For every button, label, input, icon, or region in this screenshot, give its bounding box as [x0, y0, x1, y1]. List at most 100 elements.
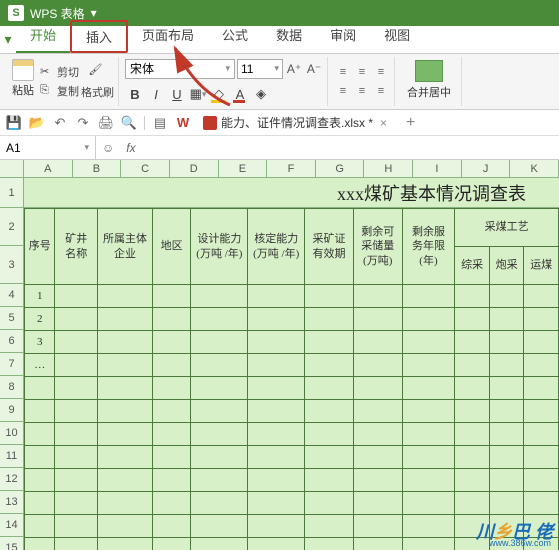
cell[interactable] [353, 446, 402, 469]
hdr-sub2[interactable]: 炮采 [489, 247, 524, 285]
bold-button[interactable]: B [125, 84, 145, 104]
cell[interactable] [191, 492, 248, 515]
col-header-I[interactable]: I [413, 160, 462, 177]
cell[interactable] [455, 331, 490, 354]
cell[interactable] [402, 400, 455, 423]
cell[interactable] [191, 400, 248, 423]
cell[interactable] [455, 423, 490, 446]
row-header-2[interactable]: 2 [0, 208, 23, 246]
cell[interactable] [25, 423, 55, 446]
row-header-8[interactable]: 8 [0, 376, 23, 399]
col-header-C[interactable]: C [121, 160, 170, 177]
cell[interactable] [248, 446, 305, 469]
undo-icon[interactable]: ↶ [50, 113, 70, 133]
cell[interactable] [98, 423, 153, 446]
cell[interactable] [455, 400, 490, 423]
close-tab-icon[interactable]: × [377, 116, 390, 130]
cell[interactable] [248, 492, 305, 515]
cell[interactable] [402, 515, 455, 538]
cell[interactable] [152, 400, 191, 423]
cell[interactable] [524, 446, 559, 469]
col-header-K[interactable]: K [510, 160, 559, 177]
cell[interactable] [305, 331, 354, 354]
fx-button[interactable]: fx [120, 141, 141, 155]
cell[interactable] [25, 492, 55, 515]
fill-color-button[interactable]: ◇ [209, 84, 229, 104]
italic-button[interactable]: I [146, 84, 166, 104]
border-button[interactable]: ▦▾ [188, 84, 208, 104]
cell[interactable] [98, 538, 153, 550]
align-top-right[interactable]: ≡ [372, 63, 390, 81]
cell[interactable] [25, 446, 55, 469]
cell[interactable] [524, 377, 559, 400]
row-header-10[interactable]: 10 [0, 422, 23, 445]
col-header-A[interactable]: A [24, 160, 73, 177]
cell[interactable] [152, 515, 191, 538]
clear-format-button[interactable]: ◈ [251, 84, 271, 104]
row-header-12[interactable]: 12 [0, 468, 23, 491]
underline-button[interactable]: U [167, 84, 187, 104]
cell[interactable] [353, 331, 402, 354]
cell[interactable] [353, 423, 402, 446]
app-menu-caret[interactable]: ▾ [91, 6, 97, 20]
cut-button[interactable]: ✂剪切 [40, 64, 79, 80]
align-top-left[interactable]: ≡ [334, 63, 352, 81]
app-menu-button[interactable]: ▾ [0, 26, 16, 53]
cell[interactable] [524, 285, 559, 308]
cell[interactable] [98, 285, 153, 308]
cell[interactable] [305, 354, 354, 377]
cell[interactable] [402, 308, 455, 331]
cell[interactable] [305, 492, 354, 515]
cell[interactable] [402, 285, 455, 308]
cell[interactable] [455, 308, 490, 331]
hdr-approved-cap[interactable]: 核定能力 (万吨 /年) [248, 209, 305, 285]
cell[interactable] [524, 308, 559, 331]
hdr-owner[interactable]: 所属主体 企业 [98, 209, 153, 285]
add-tab-button[interactable]: + [400, 114, 421, 132]
sheet-title[interactable]: xxx煤矿基本情况调查表 [24, 178, 559, 208]
cell[interactable] [55, 331, 98, 354]
cell[interactable] [152, 492, 191, 515]
cell[interactable] [98, 469, 153, 492]
paste-button[interactable]: 粘贴 [8, 57, 38, 106]
align-bottom-left[interactable]: ≡ [334, 82, 352, 100]
cell[interactable] [152, 354, 191, 377]
cell[interactable]: 2 [25, 308, 55, 331]
cell[interactable] [25, 538, 55, 550]
cell[interactable] [248, 400, 305, 423]
cell[interactable] [191, 331, 248, 354]
cell[interactable] [455, 492, 490, 515]
cell[interactable] [305, 285, 354, 308]
cell[interactable] [98, 331, 153, 354]
col-header-G[interactable]: G [316, 160, 365, 177]
hdr-sub1[interactable]: 综采 [455, 247, 490, 285]
cell[interactable] [455, 446, 490, 469]
cell[interactable] [248, 331, 305, 354]
cell[interactable] [25, 515, 55, 538]
col-header-B[interactable]: B [73, 160, 122, 177]
cell[interactable] [455, 354, 490, 377]
name-box[interactable]: A1▾ [0, 136, 96, 159]
hdr-license[interactable]: 采矿证 有效期 [305, 209, 354, 285]
cell[interactable] [55, 423, 98, 446]
cancel-icon[interactable]: ☺ [96, 141, 120, 155]
format-painter-button[interactable]: 🖌 格式刷 [81, 57, 114, 106]
cell[interactable] [353, 354, 402, 377]
font-size-select[interactable]: 11▾ [237, 59, 283, 79]
qat-btn-a[interactable]: ▤ [150, 113, 170, 133]
cell[interactable] [152, 308, 191, 331]
cell[interactable] [402, 446, 455, 469]
row-header-13[interactable]: 13 [0, 491, 23, 514]
cell[interactable] [455, 469, 490, 492]
cell[interactable] [152, 469, 191, 492]
hdr-sub3[interactable]: 运煤 [524, 247, 559, 285]
row-header-9[interactable]: 9 [0, 399, 23, 422]
cell[interactable] [248, 308, 305, 331]
hdr-design-cap[interactable]: 设计能力 (万吨 /年) [191, 209, 248, 285]
cell[interactable] [98, 400, 153, 423]
cell[interactable] [152, 446, 191, 469]
cell[interactable] [191, 285, 248, 308]
cell[interactable] [191, 377, 248, 400]
cell[interactable] [152, 538, 191, 550]
cell[interactable] [248, 515, 305, 538]
